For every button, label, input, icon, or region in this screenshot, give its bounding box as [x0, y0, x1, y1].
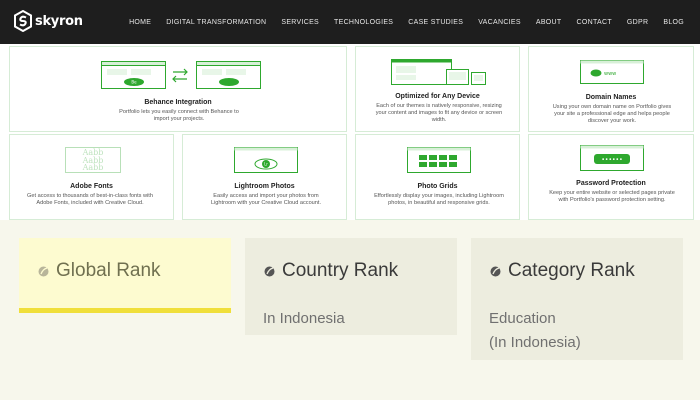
skyron-logo-icon: [14, 10, 32, 32]
nav-home[interactable]: HOME: [129, 19, 151, 26]
font-sample-3: Aabb: [82, 163, 104, 172]
category-rank-title: Category Rank: [508, 260, 635, 281]
country-rank-card[interactable]: Country Rank In Indonesia: [245, 238, 457, 335]
lightroom-illustration: Lr: [234, 147, 298, 173]
feature-card-grids: Photo Grids Effortlessly display your im…: [355, 134, 520, 220]
nav-gdpr[interactable]: GDPR: [627, 19, 648, 26]
features-image: Be Behance Integration Portfolio lets yo…: [0, 44, 700, 220]
feature-desc-domain: Using your own domain name on Portfolio …: [552, 104, 672, 124]
device-illustration: [391, 59, 486, 85]
feature-title-domain: Domain Names: [585, 94, 637, 101]
skyron-logo[interactable]: skyron: [13, 10, 83, 32]
feature-desc-device: Each of our themes is natively responsiv…: [375, 103, 503, 123]
domain-illustration: www: [580, 60, 644, 84]
behance-illustration: Be: [101, 61, 261, 89]
feature-card-domain: www Domain Names Using your own domain n…: [528, 46, 694, 132]
nav-about[interactable]: ABOUT: [536, 19, 562, 26]
leaf-icon: [38, 266, 49, 276]
feature-desc-lightroom: Easily access and import your photos fro…: [210, 193, 322, 206]
category-rank-country: (In Indonesia): [489, 334, 581, 351]
nav-vacancies[interactable]: VACANCIES: [478, 19, 521, 26]
feature-title-device: Optimized for Any Device: [395, 93, 480, 100]
feature-title-grids: Photo Grids: [417, 183, 458, 190]
nav-contact[interactable]: CONTACT: [576, 19, 611, 26]
behance-badge-text: Be: [131, 80, 137, 85]
feature-title-password: Password Protection: [576, 180, 646, 187]
domain-url-text: www: [604, 71, 616, 77]
category-rank-subtitle: Education: [489, 310, 556, 327]
feature-card-password: •••••• Password Protection Keep your ent…: [528, 134, 694, 220]
brand-name: skyron: [35, 13, 83, 29]
fonts-illustration: Aabb Aabb Aabb: [65, 147, 121, 173]
category-rank-heading: Category Rank: [489, 260, 635, 282]
feature-card-behance: Be Behance Integration Portfolio lets yo…: [9, 46, 347, 132]
feature-card-lightroom: Lr Lightroom Photos Easily access and im…: [182, 134, 347, 220]
photo-grid-illustration: [407, 147, 471, 173]
leaf-icon: [264, 266, 275, 276]
country-rank-title: Country Rank: [282, 260, 399, 281]
global-rank-title: Global Rank: [56, 260, 161, 281]
feature-card-fonts: Aabb Aabb Aabb Adobe Fonts Get access to…: [9, 134, 174, 220]
country-rank-subtitle: In Indonesia: [263, 310, 345, 327]
top-navbar: skyron HOME DIGITAL TRANSFORMATION SERVI…: [0, 0, 700, 44]
lightroom-badge-text: Lr: [264, 162, 268, 167]
nav-case-studies[interactable]: CASE STUDIES: [408, 19, 463, 26]
category-rank-card[interactable]: Category Rank Education (In Indonesia): [471, 238, 683, 360]
nav-digital-transformation[interactable]: DIGITAL TRANSFORMATION: [166, 19, 266, 26]
feature-card-device: Optimized for Any Device Each of our the…: [355, 46, 520, 132]
nav-blog[interactable]: BLOG: [663, 19, 684, 26]
feature-title-fonts: Adobe Fonts: [70, 183, 113, 190]
feature-title-behance: Behance Integration: [144, 99, 212, 106]
country-rank-heading: Country Rank: [263, 260, 398, 282]
nav-menu: HOME DIGITAL TRANSFORMATION SERVICES TEC…: [129, 0, 684, 44]
global-rank-card[interactable]: Global Rank: [19, 238, 231, 313]
feature-desc-password: Keep your entire website or selected pag…: [549, 190, 675, 203]
leaf-icon: [490, 266, 501, 276]
feature-desc-fonts: Get access to thousands of best-in-class…: [27, 193, 153, 206]
feature-desc-behance: Portfolio lets you easily connect with B…: [119, 109, 239, 122]
nav-services[interactable]: SERVICES: [281, 19, 319, 26]
feature-desc-grids: Effortlessly display your images, includ…: [374, 193, 504, 206]
password-illustration: ••••••: [580, 145, 644, 171]
password-mask-text: ••••••: [601, 157, 622, 164]
feature-title-lightroom: Lightroom Photos: [234, 183, 295, 190]
nav-technologies[interactable]: TECHNOLOGIES: [334, 19, 393, 26]
rank-section: Global Rank Country Rank In Indonesia Ca…: [0, 220, 700, 400]
global-rank-heading: Global Rank: [37, 260, 161, 282]
